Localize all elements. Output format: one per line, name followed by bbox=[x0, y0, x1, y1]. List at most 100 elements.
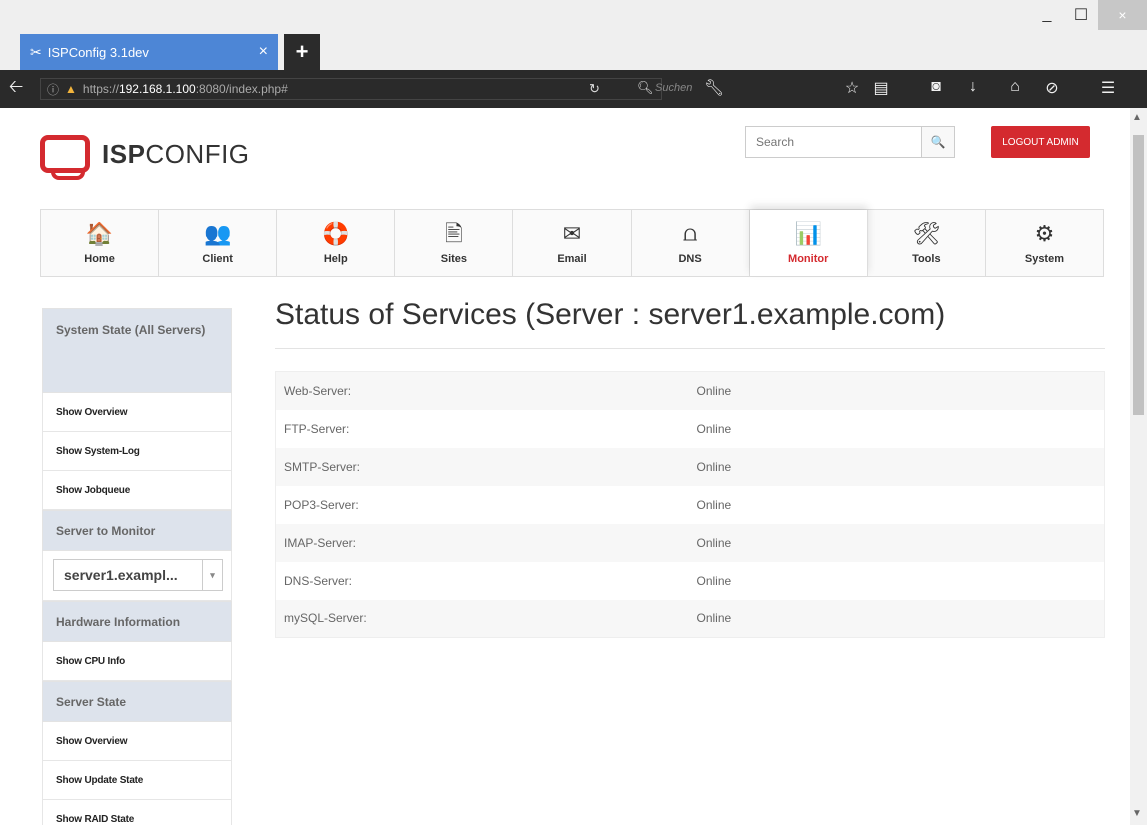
sidebar-link-show-jobqueue[interactable]: Show Jobqueue bbox=[42, 471, 232, 510]
scrollbar-thumb[interactable] bbox=[1133, 135, 1144, 415]
sidebar-link-server-overview[interactable]: Show Overview bbox=[42, 722, 232, 761]
sidebar-link-show-update-state[interactable]: Show Update State bbox=[42, 761, 232, 800]
table-row: DNS-Server: Online bbox=[275, 561, 1105, 600]
tab-title: ISPConfig 3.1dev bbox=[47, 44, 149, 60]
service-name: DNS-Server: bbox=[284, 573, 353, 588]
sidebar-link-show-raid-state[interactable]: Show RAID State bbox=[42, 800, 232, 825]
nav-email[interactable]: ✉ Email bbox=[513, 210, 632, 276]
reader-icon[interactable]: ▤ bbox=[869, 78, 893, 98]
pocket-icon[interactable]: ◙ bbox=[924, 78, 948, 96]
nav-label: DNS bbox=[678, 253, 702, 265]
extension-icon[interactable]: ⊘ bbox=[1040, 78, 1064, 98]
url-text: https://192.168.1.100:8080/index.php# bbox=[82, 82, 288, 96]
table-row: FTP-Server: Online bbox=[275, 409, 1105, 448]
monitor-icon: 📊 bbox=[794, 221, 822, 246]
service-status: Online bbox=[696, 459, 732, 474]
table-row: POP3-Server: Online bbox=[275, 485, 1105, 524]
window-close-button[interactable]: × bbox=[1098, 0, 1147, 30]
tab-close-icon[interactable]: × bbox=[259, 43, 268, 61]
address-bar[interactable]: ⓘ ▲ https://192.168.1.100:8080/index.php… bbox=[40, 78, 692, 100]
reload-icon[interactable]: ↻ bbox=[589, 81, 600, 97]
sidebar-heading-server-state: Server State bbox=[42, 681, 232, 722]
service-status: Online bbox=[696, 497, 732, 512]
search-box: 🔍 bbox=[745, 126, 955, 158]
nav-client[interactable]: 👥 Client bbox=[159, 210, 278, 276]
logout-button[interactable]: LOGOUT ADMIN bbox=[991, 126, 1090, 158]
sidebar-link-show-overview[interactable]: Show Overview bbox=[42, 393, 232, 432]
nav-tools[interactable]: 🛠 Tools bbox=[868, 210, 986, 276]
sidebar-heading-hardware: Hardware Information bbox=[42, 601, 232, 642]
nav-help[interactable]: 🛟 Help bbox=[277, 210, 396, 276]
logo-text: ISPCONFIG bbox=[102, 138, 250, 169]
nav-dns[interactable]: ⩍ DNS bbox=[632, 210, 750, 276]
nav-sites[interactable]: 🖹 Sites bbox=[395, 210, 514, 276]
server-select-wrapper: server1.exampl... ▾ bbox=[42, 551, 232, 601]
table-row: IMAP-Server: Online bbox=[275, 523, 1105, 562]
nav-label: Home bbox=[84, 253, 115, 265]
nav-home[interactable]: 🏠 Home bbox=[41, 210, 160, 276]
server-select[interactable]: server1.exampl... ▾ bbox=[53, 559, 223, 591]
main-content: Status of Services (Server : server1.exa… bbox=[275, 298, 1105, 638]
tools-icon: 🛠 bbox=[912, 221, 941, 246]
menu-icon[interactable]: ☰ bbox=[1096, 78, 1120, 98]
page: ISPCONFIG 🔍 LOGOUT ADMIN 🏠 Home 👥 Client 🛟… bbox=[0, 108, 1130, 825]
back-arrow-icon[interactable]: 🡠 bbox=[0, 74, 32, 104]
service-name: mySQL-Server: bbox=[284, 611, 367, 626]
envelope-icon: ✉ bbox=[562, 221, 582, 246]
sidebar: System State (All Servers) Show Overview… bbox=[42, 308, 232, 825]
sidebar-heading-system-state: System State (All Servers) bbox=[42, 308, 232, 393]
star-icon[interactable]: ☆ bbox=[840, 78, 864, 98]
service-name: SMTP-Server: bbox=[284, 459, 361, 474]
nav-monitor[interactable]: 📊 Monitor bbox=[749, 210, 868, 276]
service-status: Online bbox=[696, 611, 732, 626]
search-icon[interactable]: 🔍 bbox=[921, 127, 954, 157]
nav-label: Sites bbox=[440, 253, 468, 265]
download-icon[interactable]: ↓ bbox=[961, 78, 985, 96]
gear-icon: ⚙ bbox=[1034, 221, 1055, 246]
service-name: POP3-Server: bbox=[284, 497, 359, 512]
sites-icon: 🖹 bbox=[445, 221, 463, 246]
table-row: SMTP-Server: Online bbox=[275, 447, 1105, 486]
network-icon: ⩍ bbox=[682, 221, 698, 246]
search-input[interactable] bbox=[746, 127, 921, 157]
sidebar-link-show-system-log[interactable]: Show System-Log bbox=[42, 432, 232, 471]
page-title: Status of Services (Server : server1.exa… bbox=[275, 298, 1105, 349]
wrench-icon[interactable]: 🔧︎ bbox=[702, 78, 726, 98]
browser-titlebar: ✂ ISPConfig 3.1dev × + _ ☐ × bbox=[0, 0, 1147, 70]
service-status: Online bbox=[696, 421, 732, 436]
nav-label: System bbox=[1024, 253, 1064, 265]
service-status: Online bbox=[696, 383, 732, 398]
minimize-button[interactable]: _ bbox=[1030, 0, 1064, 30]
scroll-down-icon[interactable]: ▼ bbox=[1132, 808, 1142, 819]
home-icon[interactable]: ⌂ bbox=[1003, 78, 1027, 96]
ispconfig-logo[interactable]: ISPCONFIG bbox=[40, 135, 250, 180]
service-status: Online bbox=[696, 535, 732, 550]
nav-system[interactable]: ⚙ System bbox=[986, 210, 1103, 276]
nav-label: Client bbox=[202, 253, 233, 265]
service-name: FTP-Server: bbox=[284, 421, 350, 436]
search-icon: 🔍︎ bbox=[637, 80, 654, 95]
maximize-button[interactable]: ☐ bbox=[1064, 0, 1098, 30]
main-nav: 🏠 Home 👥 Client 🛟 Help 🖹 Sites ✉ Email ⩍ DNS 📊… bbox=[40, 209, 1104, 277]
ispconfig-tab-icon: ✂ bbox=[30, 43, 42, 60]
table-row: Web-Server: Online bbox=[275, 371, 1105, 410]
nav-label: Email bbox=[557, 253, 587, 265]
sidebar-heading-server-to-monitor: Server to Monitor bbox=[42, 510, 232, 551]
nav-label: Monitor bbox=[788, 253, 829, 265]
home-icon: 🏠 bbox=[85, 221, 114, 246]
sidebar-link-show-cpu-info[interactable]: Show CPU Info bbox=[42, 642, 232, 681]
service-status: Online bbox=[696, 573, 732, 588]
service-name: Web-Server: bbox=[284, 383, 352, 398]
browser-search-input[interactable]: Suchen bbox=[655, 82, 692, 94]
nav-label: Tools bbox=[912, 253, 941, 265]
nav-label: Help bbox=[323, 253, 348, 265]
service-name: IMAP-Server: bbox=[284, 535, 357, 550]
insecure-warning-icon[interactable]: ▲ bbox=[65, 82, 77, 96]
server-select-value: server1.exampl... bbox=[64, 567, 178, 583]
info-icon[interactable]: ⓘ bbox=[47, 81, 59, 98]
browser-tab[interactable]: ✂ ISPConfig 3.1dev × bbox=[20, 34, 278, 70]
new-tab-button[interactable]: + bbox=[284, 34, 320, 70]
users-icon: 👥 bbox=[203, 221, 232, 246]
logo-mark bbox=[40, 135, 90, 180]
scroll-up-icon[interactable]: ▲ bbox=[1132, 112, 1142, 123]
